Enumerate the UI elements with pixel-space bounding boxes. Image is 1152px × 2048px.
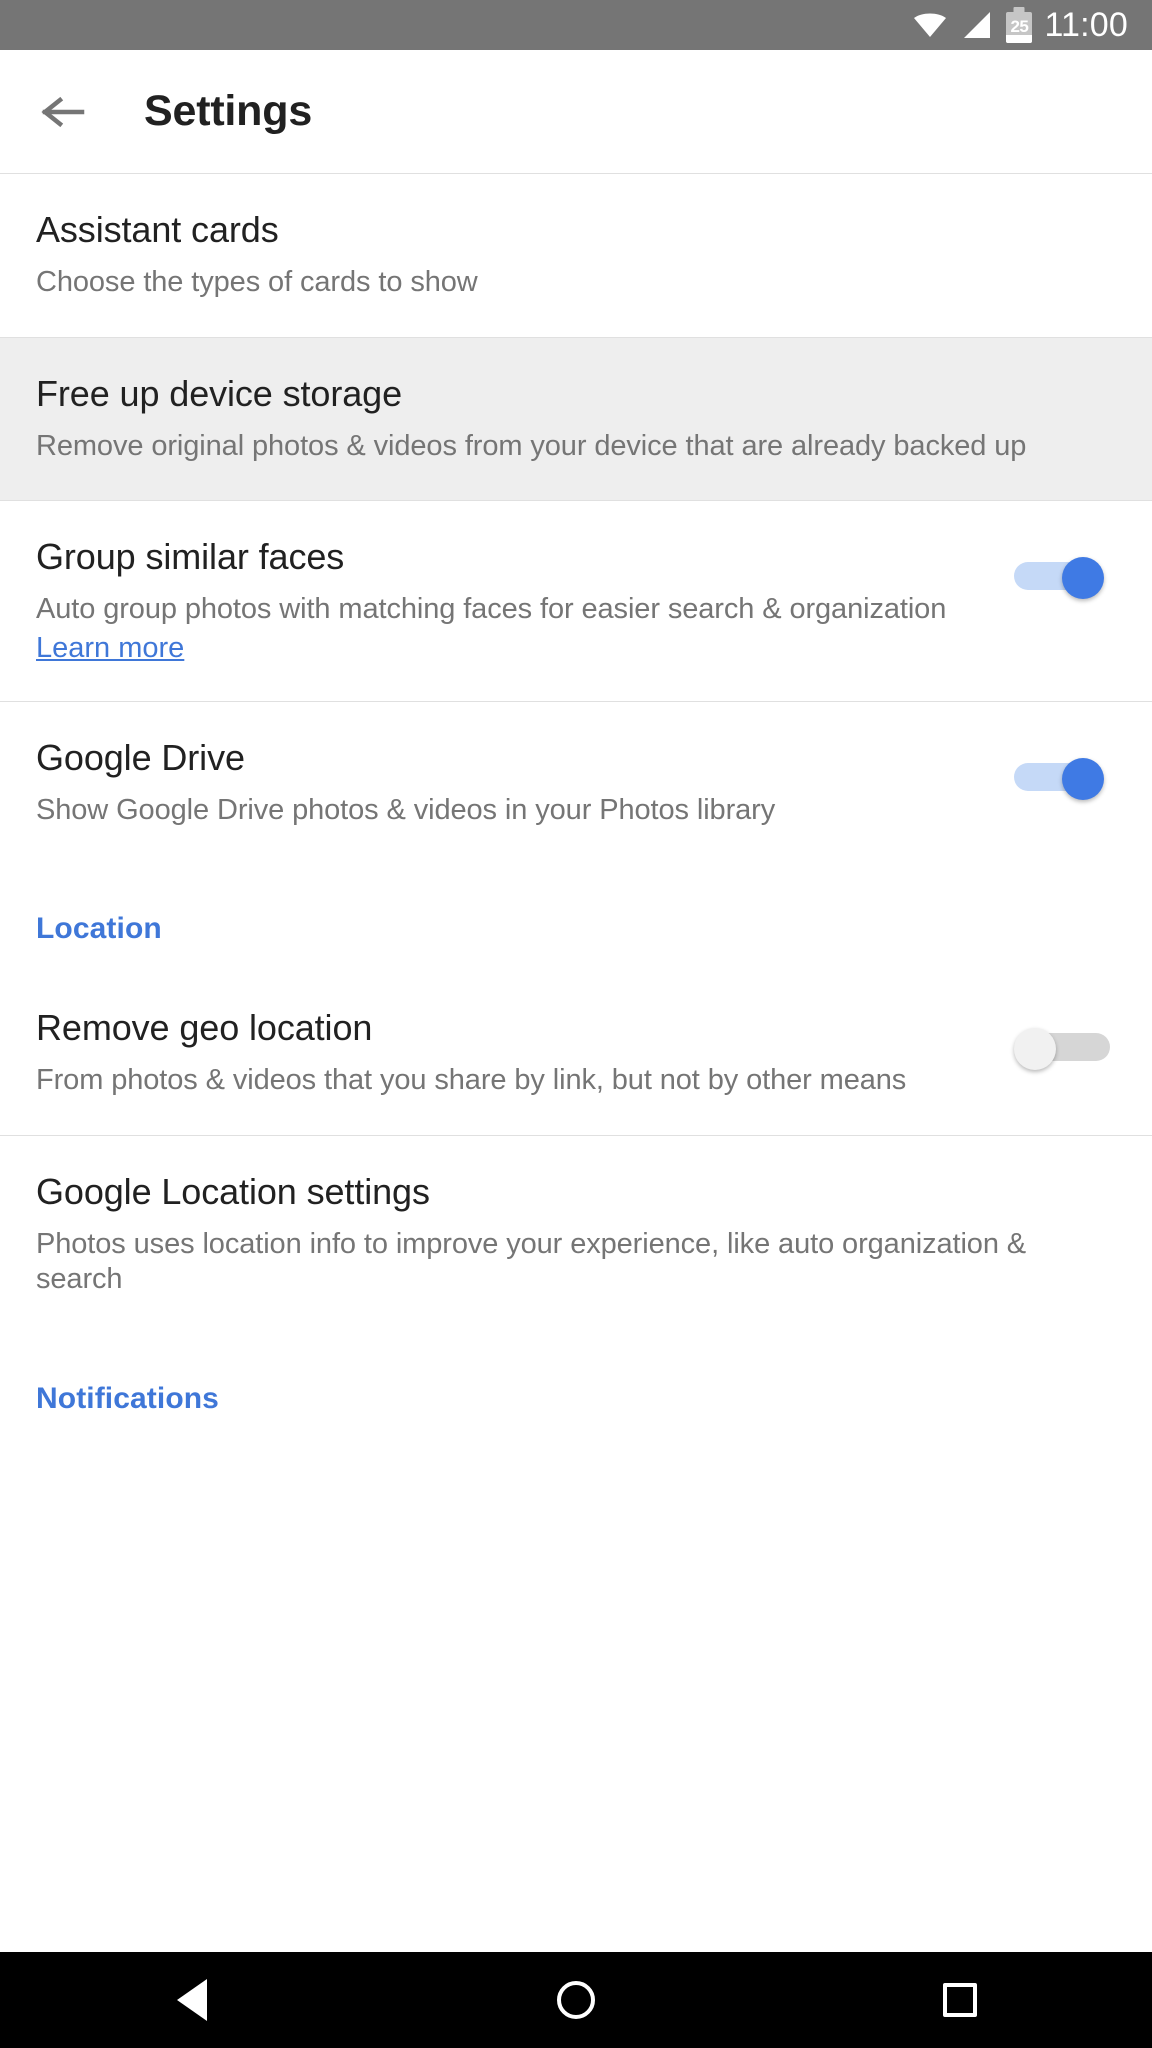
status-bar: 25 11:00: [0, 0, 1152, 50]
setting-title: Free up device storage: [36, 372, 403, 414]
learn-more-link[interactable]: Learn more: [36, 632, 184, 665]
setting-row-assistant-cards[interactable]: Assistant cards Choose the types of card…: [0, 174, 1152, 338]
setting-description: Show Google Drive photos & videos in you…: [36, 793, 776, 826]
nav-recents-button[interactable]: [900, 1952, 1020, 2048]
section-header-label: Location: [36, 912, 162, 946]
section-header-label: Notifications: [36, 1381, 219, 1415]
setting-description: From photos & videos that you share by l…: [36, 1064, 907, 1097]
section-header-location: Location: [0, 864, 1152, 973]
setting-description: Remove original photos & videos from you…: [36, 429, 1027, 462]
setting-row-google-location-settings[interactable]: Google Location settings Photos uses loc…: [0, 1135, 1152, 1334]
battery-icon: 25: [1006, 7, 1033, 43]
setting-title: Remove geo location: [36, 1007, 373, 1049]
setting-row-google-drive[interactable]: Google Drive Show Google Drive photos & …: [0, 701, 1152, 865]
settings-list: Assistant cards Choose the types of card…: [0, 174, 1152, 1442]
back-triangle-icon: [177, 1979, 207, 2021]
recents-square-icon: [943, 1983, 977, 2017]
setting-title: Group similar faces: [36, 536, 345, 578]
toggle-thumb: [1014, 1028, 1056, 1071]
toggle-thumb: [1062, 557, 1104, 600]
wifi-icon: [912, 11, 948, 39]
setting-title: Assistant cards: [36, 209, 279, 250]
setting-description: Photos uses location info to improve you…: [36, 1228, 1027, 1296]
toggle-thumb: [1062, 757, 1104, 800]
toggle-group-similar-faces[interactable]: [1014, 557, 1110, 600]
settings-scroll-container[interactable]: Assistant cards Choose the types of card…: [0, 174, 1152, 1952]
status-bar-clock: 11:00: [1044, 6, 1128, 44]
home-circle-icon: [557, 1981, 595, 2019]
app-bar: Settings: [0, 50, 1152, 174]
setting-row-remove-geo-location[interactable]: Remove geo location From photos & videos…: [0, 972, 1152, 1136]
nav-back-button[interactable]: [132, 1952, 252, 2048]
setting-row-group-similar-faces[interactable]: Group similar faces Auto group photos wi…: [0, 501, 1152, 702]
setting-title: Google Location settings: [36, 1170, 430, 1212]
cellular-signal-icon: [960, 10, 994, 40]
toggle-google-drive[interactable]: [1014, 757, 1110, 800]
setting-description: Choose the types of cards to show: [36, 266, 478, 299]
section-header-notifications: Notifications: [0, 1333, 1152, 1442]
back-arrow-icon[interactable]: [36, 84, 92, 140]
android-settings-screen: 25 11:00 Settings Assistant cards Choose…: [0, 0, 1152, 2048]
setting-title: Google Drive: [36, 736, 245, 778]
toggle-remove-geo-location[interactable]: [1014, 1028, 1110, 1071]
setting-description: Auto group photos with matching faces fo…: [36, 593, 947, 626]
page-title: Settings: [144, 87, 313, 135]
setting-row-free-up-device-storage[interactable]: Free up device storage Remove original p…: [0, 337, 1152, 502]
nav-home-button[interactable]: [516, 1952, 636, 2048]
battery-level-text: 25: [1010, 16, 1029, 36]
android-navigation-bar: [0, 1952, 1152, 2048]
status-bar-icons: 25 11:00: [912, 7, 1128, 43]
